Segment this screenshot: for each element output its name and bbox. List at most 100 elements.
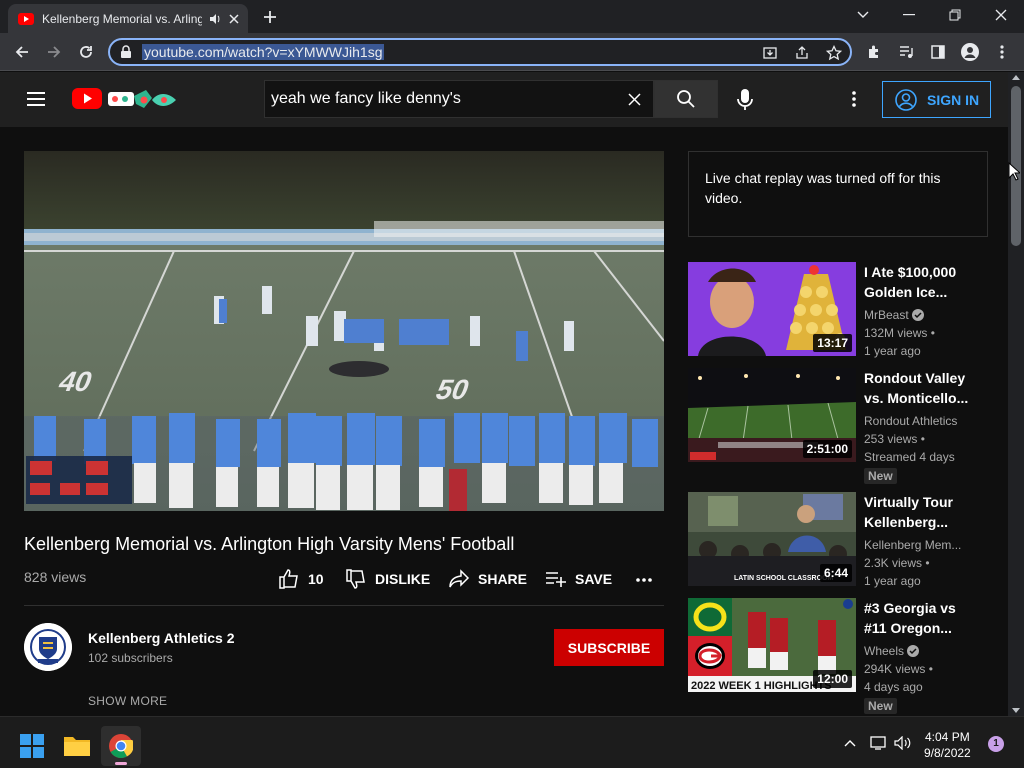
video-title: Kellenberg Memorial vs. Arlington High V… [24,534,515,554]
show-more-button[interactable]: SHOW MORE [88,694,167,708]
clear-search-icon[interactable] [628,93,641,106]
lock-icon[interactable] [120,45,132,59]
recommendation-thumbnail[interactable]: 2:51:00 [688,368,856,462]
windows-start-icon[interactable] [20,734,44,758]
recommendation-views: 132M views • [864,326,935,340]
duration-badge: 13:17 [813,334,852,352]
subscribe-button[interactable]: SUBSCRIBE [554,629,664,666]
channel-avatar[interactable] [24,623,72,671]
share-button[interactable]: SHARE [448,568,527,590]
recommendation-title[interactable]: Virtually Tour Kellenberg... [864,492,974,532]
show-hidden-icons-chevron-icon[interactable] [844,739,856,747]
file-explorer-icon[interactable] [64,734,90,756]
mouse-cursor-icon [1008,162,1020,182]
notification-badge[interactable]: 1 [988,736,1004,752]
recommendation-item[interactable]: 2:51:00 Rondout Valley vs. Monticello...… [688,368,1008,484]
recommendation-item[interactable]: LATIN SCHOOL CLASSROOM 6:44 Virtually To… [688,492,1008,588]
minimize-button[interactable] [886,0,932,30]
like-button[interactable]: 10 [278,568,324,590]
share-page-icon[interactable] [794,45,810,61]
search-query-text[interactable]: yeah we fancy like denny's [271,90,461,108]
search-input[interactable]: yeah we fancy like denny's [264,80,654,118]
duration-badge: 12:00 [813,670,852,688]
channel-name[interactable]: Kellenberg Athletics 2 [88,630,235,646]
bookmark-star-icon[interactable] [826,45,842,61]
chrome-taskbar-button[interactable] [101,726,141,766]
more-actions-icon[interactable] [636,578,652,582]
recommendation-title[interactable]: Rondout Valley vs. Monticello... [864,368,974,408]
recommendation-channel[interactable]: MrBeast [864,306,974,324]
recommendation-views: 253 views • [864,432,925,446]
recommendation-item[interactable]: 2022 WEEK 1 HIGHLIGHTS 12:00 #3 Georgia … [688,598,1008,714]
dislike-label: DISLIKE [375,571,431,587]
dislike-button[interactable]: DISLIKE [345,568,430,590]
install-app-icon[interactable] [762,45,778,61]
youtube-logo[interactable] [72,86,178,112]
recommendation-age: 1 year ago [864,574,921,588]
thumbs-up-icon [278,569,308,589]
side-panel-icon[interactable] [926,40,950,64]
new-badge: New [864,698,897,714]
tab-search-chevron-icon[interactable] [840,0,886,30]
recommendation-channel[interactable]: Wheels [864,642,974,660]
search-button[interactable] [654,80,718,118]
recommendation-title[interactable]: I Ate $100,000 Golden Ice... [864,262,974,302]
recommendation-info: #3 Georgia vs #11 Oregon... Wheels 294K … [864,598,974,715]
duration-badge: 2:51:00 [802,440,852,458]
save-button[interactable]: SAVE [545,568,612,590]
youtube-favicon-icon [18,12,34,25]
recommendation-thumbnail[interactable]: 2022 WEEK 1 HIGHLIGHTS 12:00 [688,598,856,692]
new-tab-button[interactable] [258,6,282,28]
sign-in-label: SIGN IN [927,91,980,108]
browser-menu-icon[interactable] [990,40,1014,64]
views-label: 2.3K views [864,556,923,570]
view-count: 828 views [24,569,87,585]
settings-more-icon[interactable] [852,91,856,107]
thumbnail-caption: LATIN SCHOOL CLASSROOM [734,575,833,582]
playlist-add-icon [545,569,575,589]
scroll-down-arrow-icon[interactable] [1012,708,1020,714]
volume-icon[interactable] [894,736,912,750]
recommendation-title[interactable]: #3 Georgia vs #11 Oregon... [864,598,974,638]
verified-check-icon [907,645,920,657]
duration-badge: 6:44 [819,564,852,582]
back-button[interactable] [10,40,34,64]
hamburger-menu-icon[interactable] [26,91,46,107]
network-icon[interactable] [870,736,888,750]
recommendation-channel[interactable]: Kellenberg Mem... [864,536,974,554]
channel-label: MrBeast [864,308,909,322]
browser-toolbar: youtube.com/watch?v=xYMWWJih1sg [0,33,1024,71]
recommendation-thumbnail[interactable]: LATIN SCHOOL CLASSROOM 6:44 [688,492,856,586]
extensions-puzzle-icon[interactable] [862,40,886,64]
reload-button[interactable] [74,40,98,64]
live-chat-panel: Live chat replay was turned off for this… [688,151,988,237]
thumbnail-caption: 2022 WEEK 1 HIGHLIGHTS [691,680,832,692]
window-close-button[interactable] [978,0,1024,30]
system-clock[interactable]: 4:04 PM 9/8/2022 [924,729,971,761]
like-count: 10 [308,571,324,587]
video-player[interactable]: 40 50 [24,151,664,511]
recommendation-thumbnail[interactable]: 13:17 [688,262,856,356]
recommendation-item[interactable]: 13:17 I Ate $100,000 Golden Ice... MrBea… [688,262,1008,358]
voice-search-mic-icon[interactable] [736,88,754,112]
media-control-icon[interactable] [894,40,918,64]
sign-in-button[interactable]: SIGN IN [882,81,991,118]
chat-replay-message: Live chat replay was turned off for this… [705,170,941,206]
account-circle-icon [895,88,917,111]
forward-button[interactable] [42,40,66,64]
subscriber-count: 102 subscribers [88,651,173,665]
verified-check-icon [912,309,925,321]
tab-close-icon[interactable] [228,13,240,25]
recommendation-age: 4 days ago [864,680,923,694]
restore-button[interactable] [932,0,978,30]
url-text[interactable]: youtube.com/watch?v=xYMWWJih1sg [142,44,385,60]
recommendation-age: 1 year ago [864,344,921,358]
recommendation-channel[interactable]: Rondout Athletics [864,412,974,430]
save-label: SAVE [575,571,613,587]
audio-playing-icon[interactable] [208,12,222,26]
video-frame[interactable]: 40 50 [24,151,664,511]
browser-tab[interactable]: Kellenberg Memorial vs. Arlington High [8,4,248,33]
profile-icon[interactable] [958,40,982,64]
scroll-up-arrow-icon[interactable] [1012,74,1020,80]
address-bar[interactable]: youtube.com/watch?v=xYMWWJih1sg [108,38,852,66]
